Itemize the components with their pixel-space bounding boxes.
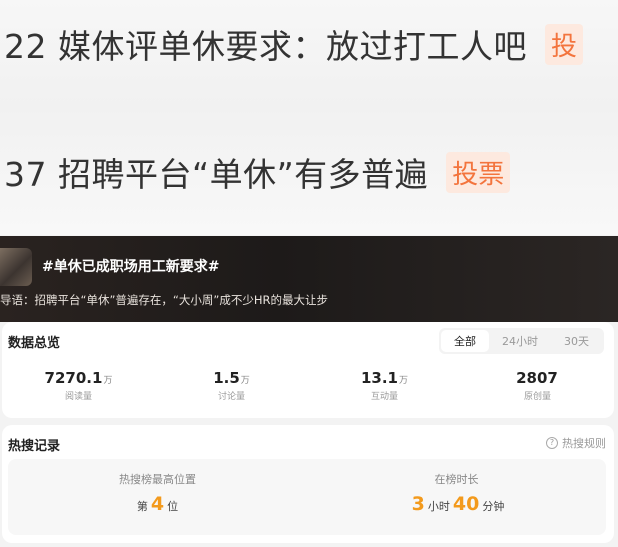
time-range-tabs: 全部 24小时 30天 bbox=[439, 328, 604, 354]
stat-label: 阅读量 bbox=[64, 392, 92, 402]
stat-value: 1.5 bbox=[213, 369, 240, 387]
hot-list-row-22[interactable]: 22 媒体评单休要求：放过打工人吧 投 bbox=[4, 14, 618, 74]
stat-originals: 2807 原创量 bbox=[461, 368, 614, 402]
rank-title[interactable]: 22 媒体评单休要求：放过打工人吧 bbox=[4, 20, 527, 68]
hot-record-title: 热搜记录 bbox=[8, 439, 61, 454]
stat-label: 互动量 bbox=[370, 392, 398, 402]
stat-value: 13.1 bbox=[360, 369, 398, 387]
best-position-prefix: 第 bbox=[136, 500, 148, 513]
stat-unit: 万 bbox=[103, 376, 113, 386]
stat-unit: 万 bbox=[399, 376, 409, 386]
tab-24h[interactable]: 24小时 bbox=[489, 330, 551, 352]
vote-tag[interactable]: 投 bbox=[544, 23, 583, 65]
topic-title: #单休已成职场用工新要求# bbox=[42, 259, 220, 275]
help-icon: ? bbox=[546, 437, 558, 449]
best-position-value: 4 bbox=[150, 493, 165, 515]
time-on-list: 在榜时长 3 小时 40 分钟 bbox=[307, 459, 606, 535]
stat-unit: 万 bbox=[240, 376, 250, 386]
tab-all[interactable]: 全部 bbox=[441, 330, 489, 352]
rules-label: 热搜规则 bbox=[562, 437, 606, 450]
rank-title[interactable]: 37 招聘平台“单休”有多普遍 bbox=[4, 148, 428, 196]
hot-record-box: 热搜榜最高位置 第4位 在榜时长 3 小时 40 分钟 bbox=[8, 459, 606, 535]
hot-search-rules-link[interactable]: ? 热搜规则 bbox=[546, 435, 606, 451]
hot-list-row-37[interactable]: 37 招聘平台“单休”有多普遍 投票 bbox=[4, 142, 618, 202]
stat-value: 2807 bbox=[516, 369, 558, 387]
topic-thumbnail[interactable] bbox=[0, 248, 32, 286]
stat-label: 讨论量 bbox=[217, 392, 245, 402]
minutes-value: 40 bbox=[452, 493, 480, 515]
data-overview-card: 数据总览 全部 24小时 30天 7270.1万 阅读量 1.5万 讨论量 13… bbox=[2, 322, 614, 418]
best-position-label: 热搜榜最高位置 bbox=[119, 473, 196, 486]
duration-label: 在榜时长 bbox=[434, 473, 479, 486]
topic-header: #单休已成职场用工新要求# 导语：招聘平台“单休”普遍存在，“大小周”成不少HR… bbox=[0, 236, 618, 322]
hours-value: 3 bbox=[411, 493, 425, 515]
overview-title: 数据总览 bbox=[8, 336, 61, 351]
best-position-suffix: 位 bbox=[167, 500, 179, 513]
hot-search-record-card: 热搜记录 ? 热搜规则 热搜榜最高位置 第4位 在榜时长 3 小时 40 分钟 bbox=[2, 425, 614, 543]
best-position: 热搜榜最高位置 第4位 bbox=[8, 459, 307, 535]
stat-interactions: 13.1万 互动量 bbox=[308, 368, 461, 402]
hours-unit: 小时 bbox=[427, 500, 450, 513]
stat-reads: 7270.1万 阅读量 bbox=[2, 368, 155, 402]
stat-label: 原创量 bbox=[523, 392, 551, 402]
stat-value: 7270.1 bbox=[44, 369, 103, 387]
tab-30d[interactable]: 30天 bbox=[551, 330, 602, 352]
vote-tag[interactable]: 投票 bbox=[446, 151, 511, 193]
stats-row: 7270.1万 阅读量 1.5万 讨论量 13.1万 互动量 2807 原创量 bbox=[2, 368, 614, 402]
minutes-unit: 分钟 bbox=[482, 500, 505, 513]
stat-discussions: 1.5万 讨论量 bbox=[155, 368, 308, 402]
topic-guide: 导语：招聘平台“单休”普遍存在，“大小周”成不少HR的最大让步 bbox=[0, 293, 328, 307]
